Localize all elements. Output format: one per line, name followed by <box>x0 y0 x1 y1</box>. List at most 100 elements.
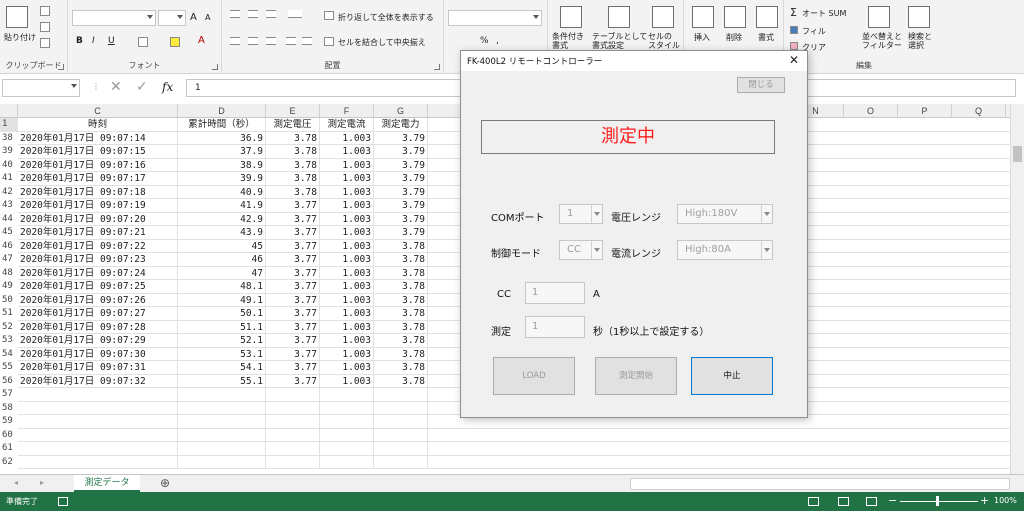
cell-current[interactable]: 1.003 <box>320 185 374 199</box>
cell-power[interactable]: 3.79 <box>374 185 428 199</box>
vertical-scrollbar[interactable] <box>1010 104 1024 474</box>
row-header[interactable]: 47 <box>0 253 18 267</box>
row-header[interactable]: 62 <box>0 456 18 470</box>
cell-current[interactable]: 1.003 <box>320 334 374 348</box>
row-header[interactable]: 51 <box>0 307 18 321</box>
cell-elapsed[interactable]: 45 <box>178 239 266 253</box>
cell-current[interactable]: 1.003 <box>320 361 374 375</box>
fill-button[interactable]: フィル <box>802 26 826 37</box>
cell-voltage[interactable]: 3.77 <box>266 253 320 267</box>
row-header[interactable]: 53 <box>0 334 18 348</box>
cell-time[interactable]: 2020年01月17日 09:07:28 <box>18 320 178 334</box>
autosum-icon[interactable]: Σ <box>790 6 797 19</box>
paste-icon[interactable] <box>6 6 28 28</box>
align-middle-icon[interactable] <box>248 10 258 18</box>
cell-current[interactable]: 1.003 <box>320 320 374 334</box>
cell-power[interactable]: 3.78 <box>374 307 428 321</box>
row-header[interactable]: 52 <box>0 321 18 335</box>
cell-time[interactable]: 2020年01月17日 09:07:16 <box>18 158 178 172</box>
format-as-table-icon[interactable] <box>608 6 630 28</box>
cell-power[interactable]: 3.79 <box>374 131 428 145</box>
voltage-range-select[interactable]: High:180V <box>677 204 773 224</box>
delete-button[interactable]: 削除 <box>726 32 742 43</box>
increase-indent-icon[interactable] <box>302 37 312 45</box>
cell-styles-icon[interactable] <box>652 6 674 28</box>
cell-voltage[interactable]: 3.77 <box>266 280 320 294</box>
cell-time[interactable]: 2020年01月17日 09:07:29 <box>18 334 178 348</box>
cell-voltage[interactable]: 3.78 <box>266 131 320 145</box>
cell-current[interactable]: 1.003 <box>320 293 374 307</box>
cell-voltage[interactable]: 3.77 <box>266 334 320 348</box>
stop-button[interactable]: 中止 <box>691 357 773 395</box>
cell-time[interactable]: 2020年01月17日 09:07:25 <box>18 280 178 294</box>
italic-button[interactable]: I <box>92 36 95 46</box>
underline-button[interactable]: U <box>108 36 115 46</box>
cell-elapsed[interactable]: 37.9 <box>178 145 266 159</box>
cell-time[interactable]: 2020年01月17日 09:07:31 <box>18 361 178 375</box>
cell-current[interactable]: 1.003 <box>320 307 374 321</box>
tab-scroll-right-icon[interactable]: ▸ <box>40 478 44 487</box>
cell-power[interactable] <box>374 428 428 442</box>
row-header[interactable]: 54 <box>0 348 18 362</box>
cell-power[interactable]: 3.79 <box>374 172 428 186</box>
zoom-in-icon[interactable]: + <box>980 494 989 507</box>
cell-voltage[interactable]: 3.78 <box>266 145 320 159</box>
cell-voltage[interactable]: 3.77 <box>266 226 320 240</box>
conditional-format-icon[interactable] <box>560 6 582 28</box>
format-cells-icon[interactable] <box>756 6 778 28</box>
zoom-out-icon[interactable]: − <box>888 494 897 507</box>
align-center-icon[interactable] <box>248 37 258 45</box>
cell-current[interactable]: 1.003 <box>320 226 374 240</box>
cell-elapsed[interactable]: 38.9 <box>178 158 266 172</box>
col-header-g[interactable]: G <box>374 104 428 118</box>
cell-voltage[interactable] <box>266 388 320 402</box>
cell-power[interactable] <box>374 388 428 402</box>
cell-current[interactable]: 1.003 <box>320 347 374 361</box>
cell-power[interactable]: 3.78 <box>374 334 428 348</box>
format-as-table-button[interactable]: テーブルとして 書式設定 <box>592 32 647 50</box>
zoom-level[interactable]: 100% <box>994 496 1017 505</box>
cell-time[interactable]: 2020年01月17日 09:07:18 <box>18 185 178 199</box>
cell-elapsed[interactable]: 53.1 <box>178 347 266 361</box>
cell-power[interactable]: 3.78 <box>374 347 428 361</box>
cell-power[interactable]: 3.79 <box>374 226 428 240</box>
cell-voltage[interactable]: 3.77 <box>266 266 320 280</box>
cell-voltage[interactable] <box>266 455 320 469</box>
cell-elapsed[interactable]: 48.1 <box>178 280 266 294</box>
cell-elapsed[interactable]: 42.9 <box>178 212 266 226</box>
row-header[interactable]: 49 <box>0 280 18 294</box>
row-header[interactable]: 50 <box>0 294 18 308</box>
cell-voltage[interactable]: 3.77 <box>266 293 320 307</box>
cell-time[interactable]: 2020年01月17日 09:07:32 <box>18 374 178 388</box>
decrease-indent-icon[interactable] <box>286 37 296 45</box>
grow-font-button[interactable]: A <box>190 12 197 23</box>
wrap-text-icon[interactable] <box>324 11 334 20</box>
shrink-font-button[interactable]: A <box>205 13 210 22</box>
header-cell-voltage[interactable]: 測定電圧 <box>266 118 320 132</box>
fill-icon[interactable] <box>790 26 798 34</box>
comma-button[interactable]: , <box>496 36 499 46</box>
chevron-down-icon[interactable] <box>761 241 772 259</box>
cell-time[interactable]: 2020年01月17日 09:07:23 <box>18 253 178 267</box>
cell-power[interactable] <box>374 442 428 456</box>
cell-voltage[interactable]: 3.77 <box>266 320 320 334</box>
cell-voltage[interactable] <box>266 442 320 456</box>
dialog-titlebar[interactable]: FK-400L2 リモートコントローラー ✕ <box>461 51 807 71</box>
cell-power[interactable]: 3.78 <box>374 320 428 334</box>
cell-time[interactable] <box>18 455 178 469</box>
cell-current[interactable]: 1.003 <box>320 172 374 186</box>
font-name-combo[interactable] <box>72 10 156 26</box>
cell-power[interactable]: 3.78 <box>374 266 428 280</box>
normal-view-icon[interactable] <box>808 497 819 506</box>
cell-elapsed[interactable] <box>178 415 266 429</box>
close-icon[interactable]: ✕ <box>787 53 801 67</box>
dialog-close-button[interactable]: 閉じる <box>737 77 785 93</box>
cell-power[interactable]: 3.78 <box>374 293 428 307</box>
cell-power[interactable] <box>374 455 428 469</box>
cell-current[interactable] <box>320 442 374 456</box>
cell-elapsed[interactable]: 52.1 <box>178 334 266 348</box>
cell-current[interactable]: 1.003 <box>320 280 374 294</box>
chevron-down-icon[interactable] <box>761 205 772 223</box>
cell-voltage[interactable]: 3.77 <box>266 199 320 213</box>
col-header-e[interactable]: E <box>266 104 320 118</box>
